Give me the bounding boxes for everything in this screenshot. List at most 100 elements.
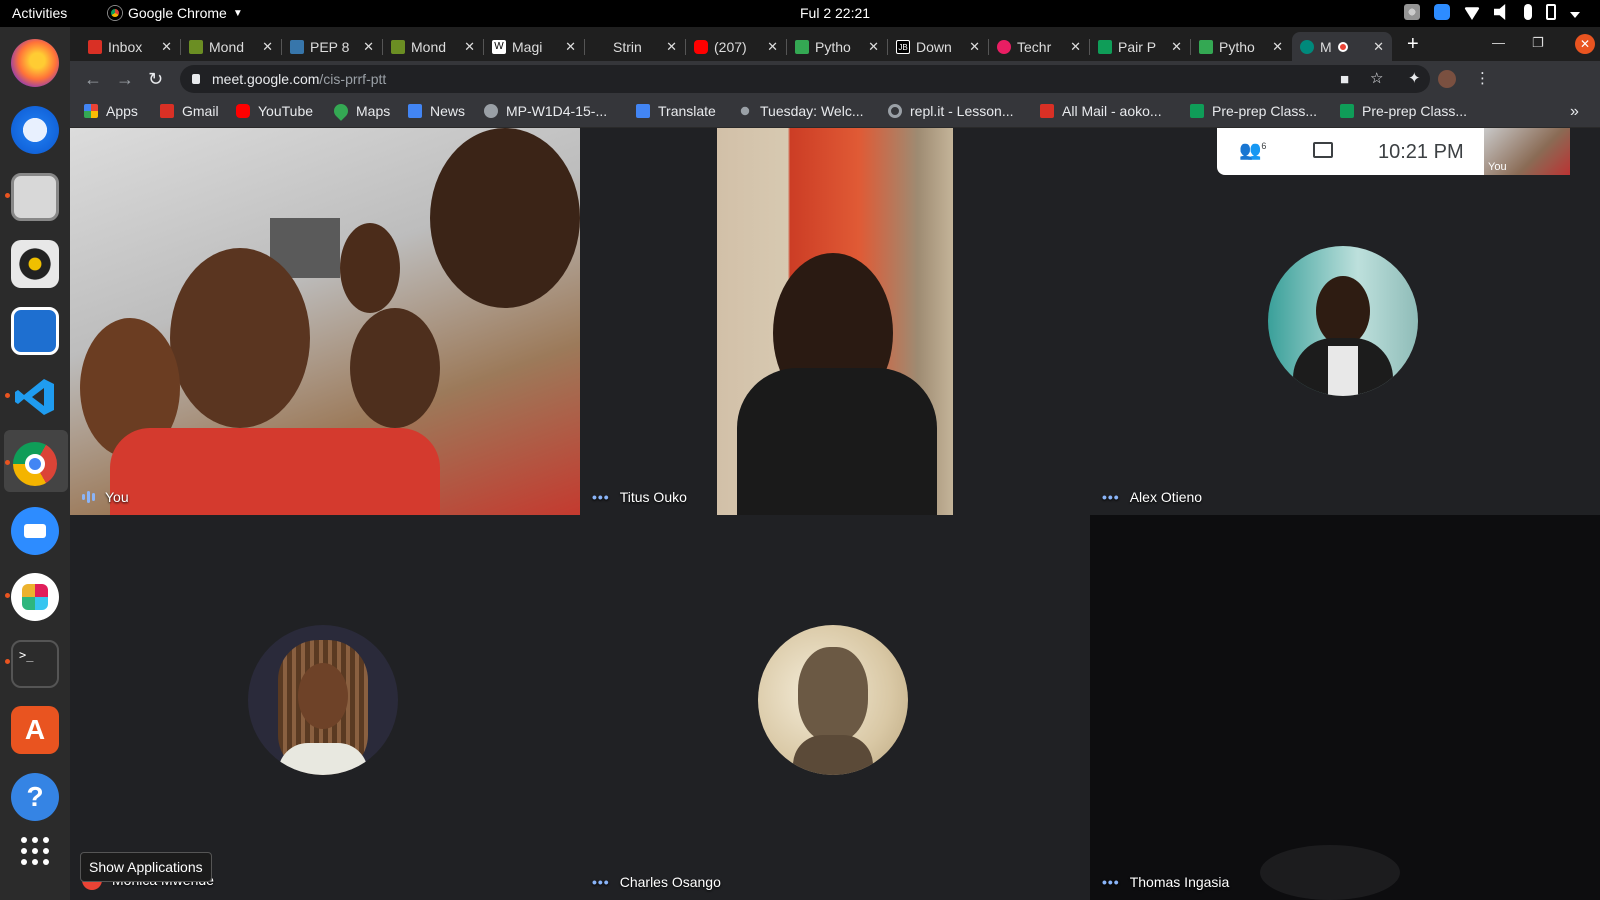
- more-options-icon[interactable]: •••: [1102, 874, 1120, 890]
- close-icon[interactable]: ✕: [969, 39, 980, 55]
- close-icon[interactable]: ✕: [464, 39, 475, 55]
- bookmark-pre-prep-2[interactable]: Pre-prep Class...: [1340, 103, 1467, 119]
- thunderbird-icon[interactable]: [11, 106, 59, 154]
- software-icon[interactable]: A: [11, 706, 59, 754]
- activities-button[interactable]: Activities: [12, 5, 67, 21]
- close-icon[interactable]: ✕: [767, 39, 778, 55]
- video-tile-charles-osango[interactable]: ••• Charles Osango: [580, 515, 1090, 900]
- tab-magic[interactable]: W Magi ✕: [484, 32, 584, 61]
- help-icon[interactable]: ?: [11, 773, 59, 821]
- window-close-button[interactable]: ✕: [1575, 34, 1595, 54]
- bookmark-youtube[interactable]: YouTube: [236, 103, 313, 119]
- video-tile-you[interactable]: You: [70, 128, 580, 515]
- close-icon[interactable]: ✕: [161, 39, 172, 55]
- zoom-icon[interactable]: [11, 507, 59, 555]
- reload-button[interactable]: ↻: [148, 69, 163, 90]
- rhythmbox-icon[interactable]: [11, 240, 59, 288]
- tab-youtube[interactable]: (207) ✕: [686, 32, 786, 61]
- close-icon[interactable]: ✕: [262, 39, 273, 55]
- slack-icon[interactable]: [11, 573, 59, 621]
- tab-mond[interactable]: Mond ✕: [181, 32, 281, 61]
- video-tile-titus-ouko[interactable]: ••• Titus Ouko: [580, 128, 1090, 515]
- back-button[interactable]: ←: [84, 69, 102, 90]
- minimize-button[interactable]: —: [1492, 35, 1505, 50]
- tab-python-2[interactable]: Pytho ✕: [1191, 32, 1291, 61]
- profile-avatar[interactable]: [1438, 70, 1456, 88]
- bookmark-mp-w1d4[interactable]: MP-W1D4-15-...: [484, 103, 607, 119]
- bookmarks-overflow-icon[interactable]: »: [1570, 103, 1579, 121]
- bookmark-translate[interactable]: Translate: [636, 103, 716, 119]
- menu-icon[interactable]: ⋮: [1475, 69, 1490, 87]
- close-icon[interactable]: ✕: [868, 39, 879, 55]
- video-tile-alex-otieno[interactable]: ••• Alex Otieno: [1090, 128, 1600, 515]
- tab-pair-programming[interactable]: Pair P ✕: [1090, 32, 1190, 61]
- maximize-button[interactable]: ❐: [1532, 35, 1544, 51]
- writer-icon[interactable]: [11, 307, 59, 355]
- bookmark-label: News: [430, 103, 466, 119]
- url-text[interactable]: meet.google.com/cis-prrf-ptt: [212, 71, 386, 87]
- app-menu[interactable]: Google Chrome ▼: [108, 5, 243, 21]
- slack-tray-icon[interactable]: [1404, 4, 1420, 20]
- bookmark-label: MP-W1D4-15-...: [506, 103, 608, 119]
- close-icon[interactable]: ✕: [565, 39, 576, 55]
- bookmark-maps[interactable]: Maps: [331, 101, 390, 121]
- tab-google-meet[interactable]: M ✕: [1292, 32, 1392, 61]
- terminal-icon[interactable]: >_: [11, 640, 59, 688]
- more-options-icon[interactable]: •••: [592, 874, 610, 890]
- files-icon[interactable]: [11, 173, 59, 221]
- battery-icon[interactable]: [1546, 4, 1556, 20]
- tab-gmail-inbox[interactable]: Inbox ✕: [80, 32, 180, 61]
- microphone-icon[interactable]: [1524, 4, 1532, 20]
- video-tile-thomas-ingasia[interactable]: ••• Thomas Ingasia: [1090, 515, 1600, 900]
- tab-technical[interactable]: Techr ✕: [989, 32, 1089, 61]
- more-options-icon[interactable]: •••: [1102, 489, 1120, 505]
- tab-python[interactable]: Pytho ✕: [787, 32, 887, 61]
- zoom-tray-icon[interactable]: [1434, 4, 1450, 20]
- new-tab-button[interactable]: +: [1407, 33, 1419, 56]
- firefox-icon[interactable]: [11, 39, 59, 87]
- bookmark-pre-prep-1[interactable]: Pre-prep Class...: [1190, 103, 1317, 119]
- star-icon[interactable]: ☆: [1370, 69, 1383, 87]
- close-icon[interactable]: ✕: [666, 39, 677, 55]
- close-icon[interactable]: ✕: [1171, 39, 1182, 55]
- vscode-icon[interactable]: [11, 373, 59, 421]
- close-icon[interactable]: ✕: [363, 39, 374, 55]
- participant-name: Alex Otieno: [1129, 489, 1203, 505]
- address-bar[interactable]: meet.google.com/cis-prrf-ptt: [180, 65, 1430, 93]
- more-options-icon[interactable]: •••: [592, 489, 610, 505]
- people-icon[interactable]: 👥6: [1239, 140, 1266, 161]
- system-clock[interactable]: Ful 2 22:21: [800, 5, 870, 21]
- camera-icon[interactable]: ■: [1340, 71, 1349, 88]
- bookmark-apps[interactable]: Apps: [84, 103, 138, 119]
- show-apps-icon[interactable]: [11, 827, 59, 875]
- browser-toolbar: ← → ↻ meet.google.com/cis-prrf-ptt ■ ☆ ✦…: [70, 61, 1600, 97]
- system-tray[interactable]: [1404, 4, 1580, 20]
- audio-level-icon: [82, 491, 95, 503]
- tab-pep8[interactable]: PEP 8 ✕: [282, 32, 382, 61]
- chevron-down-icon[interactable]: [1570, 12, 1580, 18]
- bookmark-replit[interactable]: repl.it - Lesson...: [888, 103, 1014, 119]
- bookmark-all-mail[interactable]: All Mail - aoko...: [1040, 103, 1162, 119]
- video-tile-monica-mwende[interactable]: Monica Mwende: [70, 515, 580, 900]
- tab-download[interactable]: JB Down ✕: [888, 32, 988, 61]
- bookmark-news[interactable]: News: [408, 103, 465, 119]
- forward-button[interactable]: →: [116, 69, 134, 90]
- wifi-icon[interactable]: [1464, 7, 1480, 20]
- bookmark-gmail[interactable]: Gmail: [160, 103, 219, 119]
- lock-icon[interactable]: [192, 74, 200, 84]
- close-icon[interactable]: ✕: [1373, 39, 1384, 55]
- bookmark-tuesday[interactable]: Tuesday: Welc...: [738, 103, 863, 119]
- tab-label: Pair P: [1118, 38, 1157, 55]
- tab-string[interactable]: Strin ✕: [585, 32, 685, 61]
- tab-mond-2[interactable]: Mond ✕: [383, 32, 483, 61]
- dark-camera-feed: [1260, 845, 1400, 900]
- chat-icon[interactable]: [1313, 142, 1333, 158]
- sheets-icon: [1340, 104, 1354, 118]
- close-icon[interactable]: ✕: [1272, 39, 1283, 55]
- close-icon[interactable]: ✕: [1070, 39, 1081, 55]
- self-view-thumbnail[interactable]: You: [1484, 128, 1570, 175]
- system-top-bar: Activities Google Chrome ▼ Ful 2 22:21: [0, 0, 1600, 27]
- chrome-icon[interactable]: [11, 440, 59, 488]
- volume-icon[interactable]: [1494, 4, 1506, 20]
- extensions-icon[interactable]: ✦: [1408, 69, 1421, 87]
